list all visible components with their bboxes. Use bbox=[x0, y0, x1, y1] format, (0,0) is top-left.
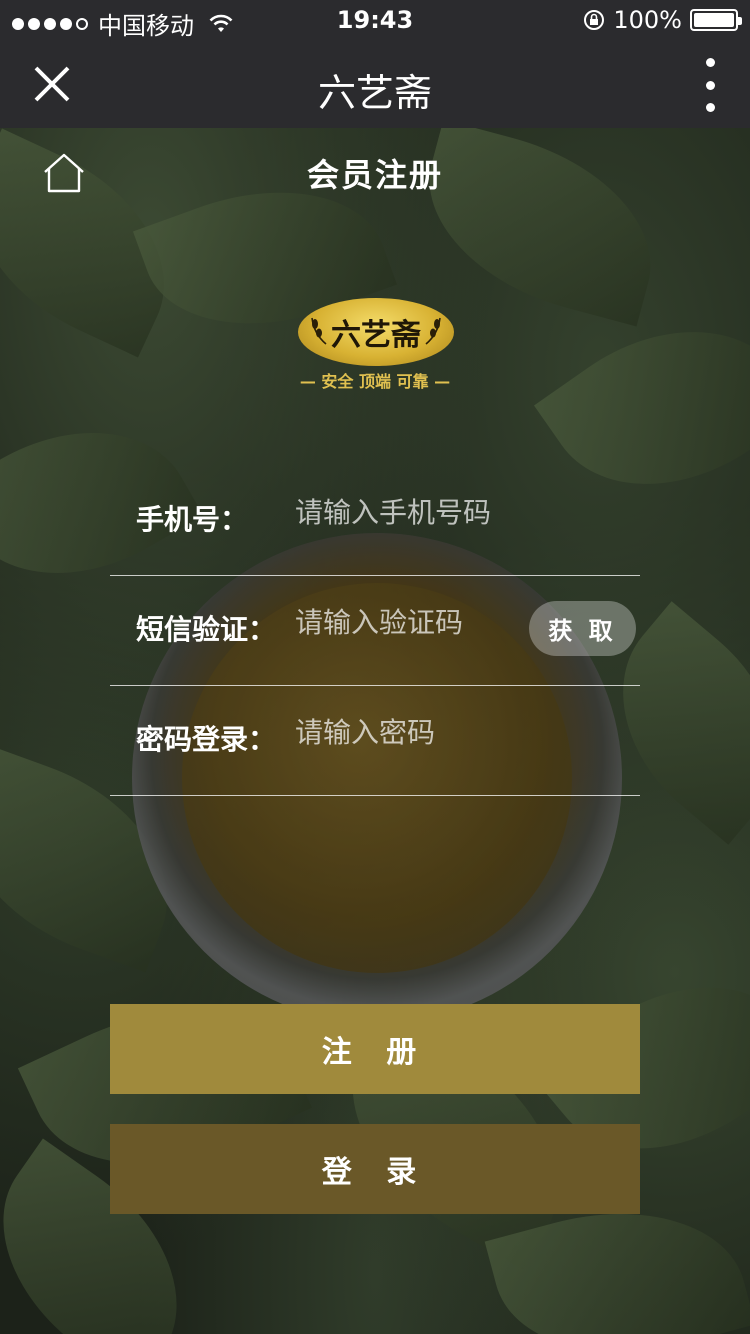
password-label: 密码登录： bbox=[136, 723, 277, 756]
register-button[interactable]: 注 册 bbox=[110, 1004, 640, 1094]
login-button[interactable]: 登 录 bbox=[110, 1124, 640, 1214]
leaf-sprig-icon bbox=[425, 317, 441, 345]
more-options-icon[interactable] bbox=[700, 58, 720, 112]
sms-code-input[interactable] bbox=[295, 602, 525, 642]
battery-percent: 100% bbox=[613, 6, 682, 34]
phone-label: 手机号： bbox=[136, 503, 249, 536]
battery-icon bbox=[690, 9, 742, 31]
status-right: 100% bbox=[583, 6, 742, 34]
brand-slogan: — 安全 顶端 可靠 — bbox=[299, 372, 451, 391]
nav-title: 六艺斋 bbox=[317, 71, 432, 115]
password-row: 密码登录： bbox=[110, 686, 640, 796]
status-bar: 中国移动 19:43 100% bbox=[0, 0, 750, 40]
phone-row: 手机号： bbox=[110, 466, 640, 576]
logo-text: 六艺斋 bbox=[331, 318, 421, 353]
password-input[interactable] bbox=[295, 712, 625, 752]
rotation-lock-icon bbox=[584, 10, 605, 30]
page-title: 会员注册 bbox=[306, 156, 443, 194]
leaf-sprig-icon bbox=[311, 317, 327, 345]
brand-logo: 六艺斋 bbox=[298, 298, 454, 366]
sms-code-row: 短信验证： 获 取 bbox=[110, 576, 640, 686]
phone-input[interactable] bbox=[295, 492, 625, 532]
get-code-button[interactable]: 获 取 bbox=[529, 601, 636, 656]
sms-code-label: 短信验证： bbox=[136, 613, 277, 646]
nav-bar: 六艺斋 bbox=[0, 40, 750, 128]
